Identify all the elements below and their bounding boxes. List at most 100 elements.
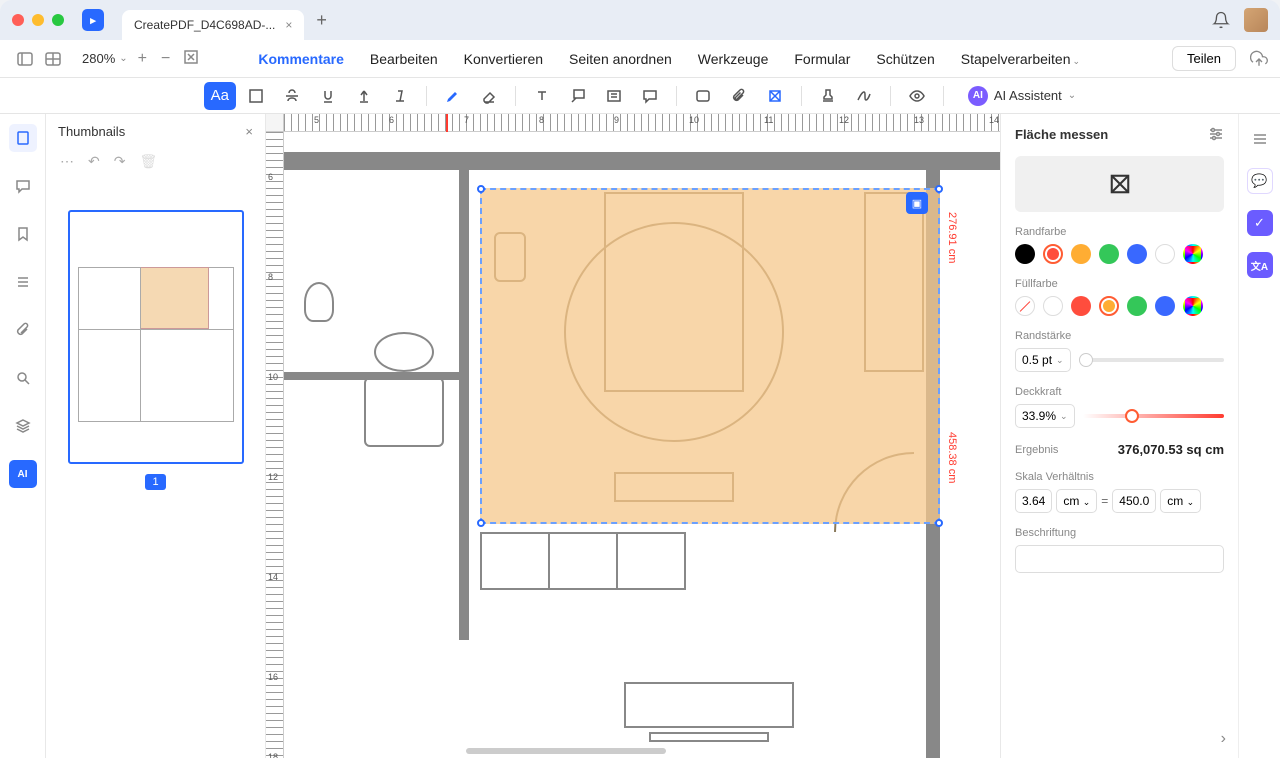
titlebar: ▸ CreatePDF_D4C698AD-... × + bbox=[0, 0, 1280, 40]
search-tab-icon[interactable] bbox=[9, 364, 37, 392]
color-none[interactable] bbox=[1015, 296, 1035, 316]
ai-chat-icon[interactable]: 💬 bbox=[1247, 168, 1273, 194]
rotate-left-icon[interactable]: ↶ bbox=[88, 153, 100, 170]
text-correction-tool[interactable] bbox=[384, 82, 416, 110]
panel-settings-icon[interactable] bbox=[1208, 126, 1224, 142]
zoom-in-button[interactable]: + bbox=[138, 50, 147, 68]
horizontal-ruler[interactable]: 5 6 7 8 9 10 11 12 13 14 bbox=[284, 114, 1000, 132]
layers-tab-icon[interactable] bbox=[9, 412, 37, 440]
resize-handle[interactable] bbox=[935, 519, 943, 527]
zoom-level[interactable]: 280% ⌄ bbox=[82, 51, 128, 66]
color-green[interactable] bbox=[1127, 296, 1147, 316]
color-white[interactable] bbox=[1155, 244, 1175, 264]
color-picker[interactable] bbox=[1183, 296, 1203, 316]
delete-page-icon[interactable]: 🗑 bbox=[139, 153, 157, 170]
close-panel-icon[interactable]: × bbox=[245, 124, 253, 139]
color-picker[interactable] bbox=[1183, 244, 1203, 264]
zoom-out-button[interactable]: − bbox=[161, 50, 170, 68]
attachment-tool[interactable] bbox=[723, 82, 755, 110]
share-button[interactable]: Teilen bbox=[1172, 46, 1236, 71]
ai-tab-icon[interactable]: AI bbox=[9, 460, 37, 488]
highlighter-tool[interactable] bbox=[437, 82, 469, 110]
menu-schuetzen[interactable]: Schützen bbox=[876, 51, 934, 67]
visibility-tool[interactable] bbox=[901, 82, 933, 110]
opacity-select[interactable]: 33.9% ⌄ bbox=[1015, 404, 1075, 428]
eraser-tool[interactable] bbox=[473, 82, 505, 110]
horizontal-scrollbar[interactable] bbox=[466, 748, 666, 754]
color-red[interactable] bbox=[1071, 296, 1091, 316]
notifications-icon[interactable] bbox=[1212, 11, 1230, 29]
scale-from-value[interactable]: 3.64 bbox=[1015, 489, 1052, 513]
resize-handle[interactable] bbox=[477, 185, 485, 193]
strikethrough-tool[interactable] bbox=[276, 82, 308, 110]
color-white[interactable] bbox=[1043, 296, 1063, 316]
menu-konvertieren[interactable]: Konvertieren bbox=[464, 51, 543, 67]
color-red[interactable] bbox=[1043, 244, 1063, 264]
opacity-slider[interactable] bbox=[1083, 414, 1224, 418]
annotation-toolbar: Aa AI AI Assistent ⌄ bbox=[0, 78, 1280, 114]
more-options-icon[interactable]: ⋯ bbox=[60, 153, 74, 170]
minimize-window-button[interactable] bbox=[32, 14, 44, 26]
user-avatar[interactable] bbox=[1244, 8, 1268, 32]
caret-insert-tool[interactable] bbox=[348, 82, 380, 110]
color-blue[interactable] bbox=[1127, 244, 1147, 264]
bookmarks-tab-icon[interactable] bbox=[9, 220, 37, 248]
fit-page-icon[interactable] bbox=[184, 50, 198, 68]
scale-from-unit[interactable]: cm ⌄ bbox=[1056, 489, 1097, 513]
text-box-tool[interactable] bbox=[526, 82, 558, 110]
rotate-right-icon[interactable]: ↷ bbox=[114, 153, 126, 170]
scale-to-unit[interactable]: cm ⌄ bbox=[1160, 489, 1201, 513]
area-selection[interactable] bbox=[480, 188, 940, 524]
vertical-ruler[interactable]: 6 8 10 12 14 16 18 bbox=[266, 132, 284, 758]
thumbnails-tab-icon[interactable] bbox=[9, 124, 37, 152]
thickness-select[interactable]: 0.5 pt ⌄ bbox=[1015, 348, 1071, 372]
ai-check-icon[interactable]: ✓ bbox=[1247, 210, 1273, 236]
color-green[interactable] bbox=[1099, 244, 1119, 264]
comments-tab-icon[interactable] bbox=[9, 172, 37, 200]
tool-preview bbox=[1015, 156, 1224, 212]
expand-panel-icon[interactable]: › bbox=[1221, 730, 1226, 748]
close-tab-icon[interactable]: × bbox=[285, 18, 292, 32]
ai-translate-icon[interactable]: 文A bbox=[1247, 252, 1273, 278]
resize-handle[interactable] bbox=[935, 185, 943, 193]
measure-area-tool[interactable] bbox=[759, 82, 791, 110]
comment-tool[interactable] bbox=[634, 82, 666, 110]
menu-kommentare[interactable]: Kommentare bbox=[258, 51, 344, 67]
grid-view-icon[interactable] bbox=[40, 48, 66, 70]
sidebar-toggle-icon[interactable] bbox=[12, 48, 38, 70]
selection-type-icon[interactable]: ▣ bbox=[906, 192, 928, 214]
menu-formular[interactable]: Formular bbox=[794, 51, 850, 67]
ai-assistant-button[interactable]: AI AI Assistent ⌄ bbox=[968, 86, 1076, 106]
cloud-upload-icon[interactable] bbox=[1250, 50, 1268, 68]
add-tab-button[interactable]: + bbox=[316, 10, 327, 31]
signature-tool[interactable] bbox=[848, 82, 880, 110]
stamp-tool[interactable] bbox=[812, 82, 844, 110]
menu-bearbeiten[interactable]: Bearbeiten bbox=[370, 51, 438, 67]
rectangle-tool[interactable] bbox=[687, 82, 719, 110]
thickness-slider[interactable] bbox=[1079, 358, 1224, 362]
callout-tool[interactable] bbox=[562, 82, 594, 110]
resize-handle[interactable] bbox=[477, 519, 485, 527]
document-tab[interactable]: CreatePDF_D4C698AD-... × bbox=[122, 10, 304, 40]
caption-input[interactable] bbox=[1015, 545, 1224, 573]
menu-seiten-anordnen[interactable]: Seiten anordnen bbox=[569, 51, 672, 67]
color-orange[interactable] bbox=[1071, 244, 1091, 264]
toilet-fixture bbox=[304, 282, 334, 322]
maximize-window-button[interactable] bbox=[52, 14, 64, 26]
underline-tool[interactable] bbox=[312, 82, 344, 110]
color-orange[interactable] bbox=[1099, 296, 1119, 316]
note-tool[interactable] bbox=[598, 82, 630, 110]
color-blue[interactable] bbox=[1155, 296, 1175, 316]
area-select-tool[interactable] bbox=[240, 82, 272, 110]
document-canvas[interactable]: 5 6 7 8 9 10 11 12 13 14 6 8 10 12 14 16… bbox=[266, 114, 1000, 758]
close-window-button[interactable] bbox=[12, 14, 24, 26]
menu-werkzeuge[interactable]: Werkzeuge bbox=[698, 51, 769, 67]
scale-to-value[interactable]: 450.0 bbox=[1112, 489, 1156, 513]
adjust-icon[interactable] bbox=[1247, 126, 1273, 152]
outline-tab-icon[interactable] bbox=[9, 268, 37, 296]
color-black[interactable] bbox=[1015, 244, 1035, 264]
attachments-tab-icon[interactable] bbox=[9, 316, 37, 344]
text-annotation-tool[interactable]: Aa bbox=[204, 82, 236, 110]
page-thumbnail[interactable]: 1 bbox=[68, 210, 244, 490]
menu-stapelverarbeiten[interactable]: Stapelverarbeiten⌄ bbox=[961, 51, 1080, 67]
